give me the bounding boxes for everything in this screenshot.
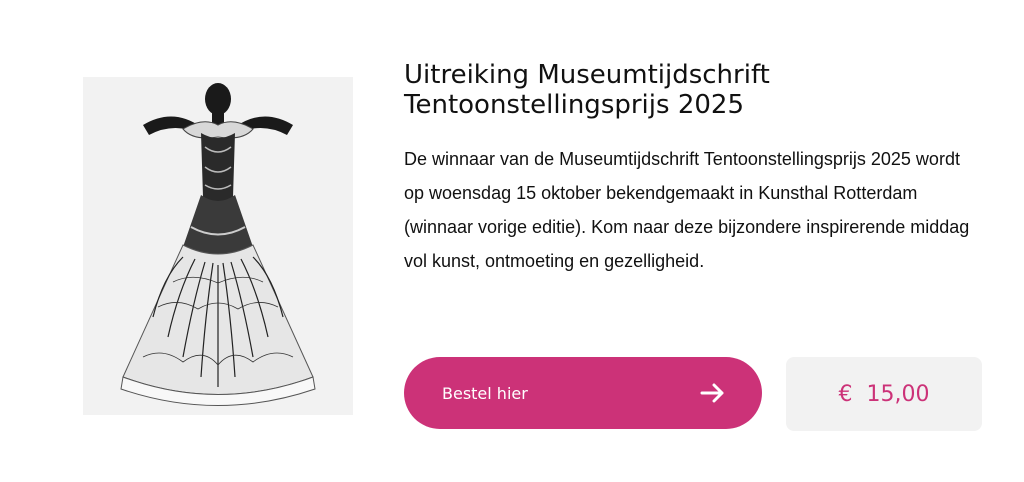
arrow-right-icon	[700, 383, 726, 403]
event-photo	[83, 77, 353, 415]
event-description: De winnaar van de Museumtijdschrift Tent…	[404, 149, 970, 271]
event-title: Uitreiking Museumtijdschrift Tentoonstel…	[404, 60, 770, 120]
order-button-label: Bestel hier	[442, 383, 528, 403]
price-box: € 15,00	[786, 357, 982, 431]
dress-figure-illustration	[83, 77, 353, 415]
price-value: € 15,00	[838, 381, 930, 407]
order-button[interactable]: Bestel hier	[404, 357, 762, 429]
